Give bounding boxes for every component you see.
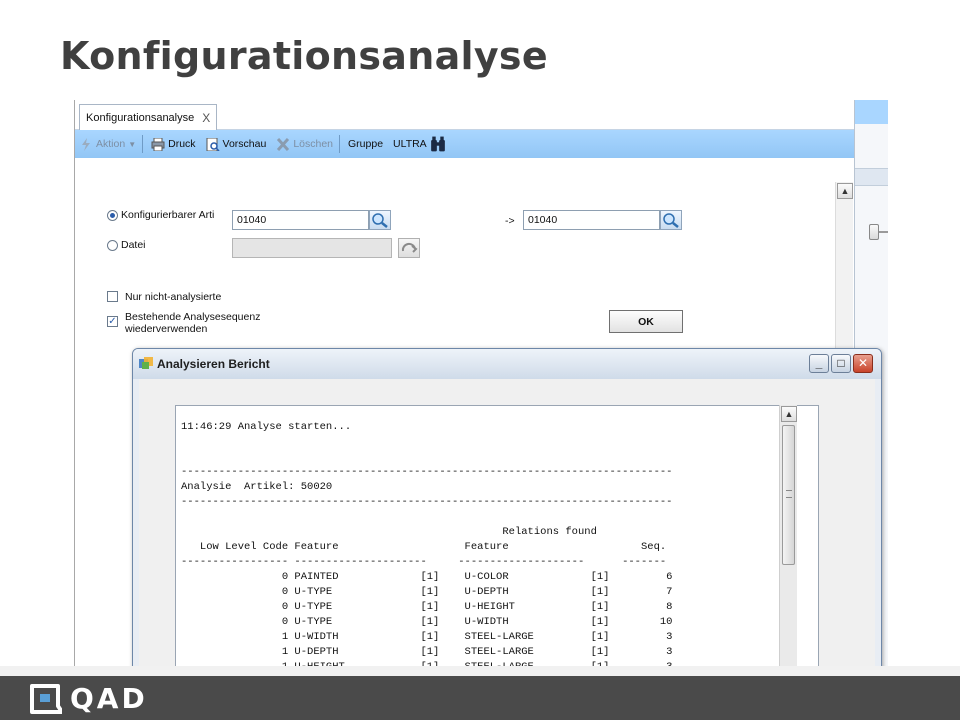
minimize-icon[interactable]: _ [809, 354, 829, 373]
gruppe-button[interactable]: Gruppe [348, 138, 383, 150]
to-lookup-button[interactable] [660, 210, 682, 230]
report-line [181, 435, 672, 450]
checkbox-reuse-sequence-label-1: Bestehende Analysesequenz [125, 311, 261, 323]
radio-file-label: Datei [121, 239, 146, 251]
side-panel-slider-track [879, 231, 888, 233]
radio-file[interactable] [107, 240, 118, 251]
radio-configurable-item[interactable] [107, 210, 118, 221]
report-line: 0 U-TYPE [1] U-WIDTH [1] 10 [181, 616, 673, 628]
qad-logo: QAD [28, 682, 148, 715]
report-line: ----------------------------------------… [181, 496, 673, 508]
screenshot-area: Konfigurationsanalyse X Aktion ▼ Druck V… [74, 100, 888, 666]
toolbar-separator [142, 135, 144, 153]
search-icon [663, 213, 679, 228]
gruppe-label: Gruppe [348, 138, 384, 150]
qad-logo-icon [30, 683, 62, 714]
report-line: Analysie Artikel: 50020 [181, 481, 333, 493]
maximize-icon[interactable]: □ [831, 354, 851, 373]
report-line [181, 450, 672, 465]
binoculars-icon [430, 136, 445, 152]
radio-configurable-item-label: Konfigurierbarer Arti [121, 209, 215, 221]
loeschen-button[interactable]: Löschen [276, 137, 334, 151]
to-item-field[interactable]: 01040 [523, 210, 660, 230]
report-window: Analysieren Bericht _ □ ✕ 11:46:29 Analy… [132, 348, 882, 666]
report-title: Analysieren Bericht [157, 357, 270, 371]
lightning-icon [82, 137, 90, 151]
scroll-up-icon[interactable]: ▲ [837, 183, 853, 199]
delete-x-icon [277, 137, 290, 151]
report-line: 1 U-DEPTH [1] STEEL-LARGE [1] 3 [181, 646, 673, 658]
report-line: Low Level Code Feature Feature Seq. [181, 541, 667, 553]
loeschen-label: Löschen [293, 138, 334, 150]
tab-konfigurationsanalyse[interactable]: Konfigurationsanalyse X [79, 104, 218, 131]
report-line: 0 U-TYPE [1] U-DEPTH [1] 7 [181, 586, 673, 598]
report-body: 11:46:29 Analyse starten... ------------… [139, 379, 875, 666]
tab-row: Konfigurationsanalyse X [75, 100, 855, 131]
toolbar: Aktion ▼ Druck Vorschau Löschen Gruppe U… [75, 130, 855, 158]
toolbar-separator [339, 135, 341, 153]
scroll-up-icon[interactable]: ▲ [781, 406, 797, 422]
ok-button[interactable]: OK [609, 310, 683, 333]
report-line: 1 U-WIDTH [1] STEEL-LARGE [1] 3 [181, 631, 673, 643]
tab-close-icon[interactable]: X [202, 112, 210, 124]
report-line: Relations found [181, 526, 597, 538]
from-item-field[interactable]: 01040 [232, 210, 369, 230]
druck-button[interactable]: Druck [151, 137, 196, 151]
vorschau-label: Vorschau [222, 138, 267, 150]
from-lookup-button[interactable] [369, 210, 391, 230]
side-panel-header [855, 100, 888, 124]
side-panel-strip [855, 168, 888, 186]
report-line: 11:46:29 Analyse starten... [181, 421, 352, 433]
checkbox-reuse-sequence[interactable]: ✓ [107, 316, 118, 327]
file-field[interactable] [232, 238, 392, 258]
report-line: ----------------------------------------… [181, 466, 673, 478]
checkbox-reuse-sequence-label-2: wiederverwenden [125, 323, 208, 335]
search-icon [372, 213, 388, 228]
qad-logo-text: QAD [70, 682, 148, 715]
ultra-label: ULTRA [393, 138, 427, 150]
report-line [181, 510, 672, 525]
footer-divider [0, 666, 960, 676]
report-text: 11:46:29 Analyse starten... ------------… [181, 420, 672, 666]
folder-open-icon [401, 242, 418, 253]
range-arrow: -> [505, 215, 515, 227]
printer-icon [151, 137, 165, 151]
report-line: 0 PAINTED [1] U-COLOR [1] 6 [181, 571, 673, 583]
ultra-button[interactable]: ULTRA [393, 136, 446, 152]
druck-label: Druck [168, 138, 196, 150]
checkbox-only-unanalyzed[interactable] [107, 291, 118, 302]
window-app-icon [139, 357, 153, 369]
vorschau-button[interactable]: Vorschau [206, 137, 267, 151]
report-line: 0 U-TYPE [1] U-HEIGHT [1] 8 [181, 601, 673, 613]
slide-title: Konfigurationsanalyse [60, 34, 548, 78]
grip-icon [786, 490, 792, 498]
report-line: ----------------- --------------------- … [181, 556, 667, 568]
preview-icon [206, 137, 220, 151]
aktion-button[interactable]: Aktion ▼ [79, 137, 136, 151]
checkbox-only-unanalyzed-label: Nur nicht-analysierte [125, 291, 222, 303]
tab-label: Konfigurationsanalyse [86, 112, 195, 124]
dropdown-arrow-icon[interactable]: ▼ [128, 140, 136, 149]
file-browse-button[interactable] [398, 238, 420, 258]
close-icon[interactable]: ✕ [853, 354, 873, 373]
side-panel-slider-handle[interactable] [869, 224, 879, 240]
report-scrollbar[interactable]: ▲ [779, 405, 797, 666]
report-titlebar: Analysieren Bericht _ □ ✕ [133, 349, 881, 379]
scroll-thumb[interactable] [782, 425, 795, 565]
aktion-label: Aktion [96, 138, 126, 150]
report-textarea[interactable]: 11:46:29 Analyse starten... ------------… [175, 405, 819, 666]
